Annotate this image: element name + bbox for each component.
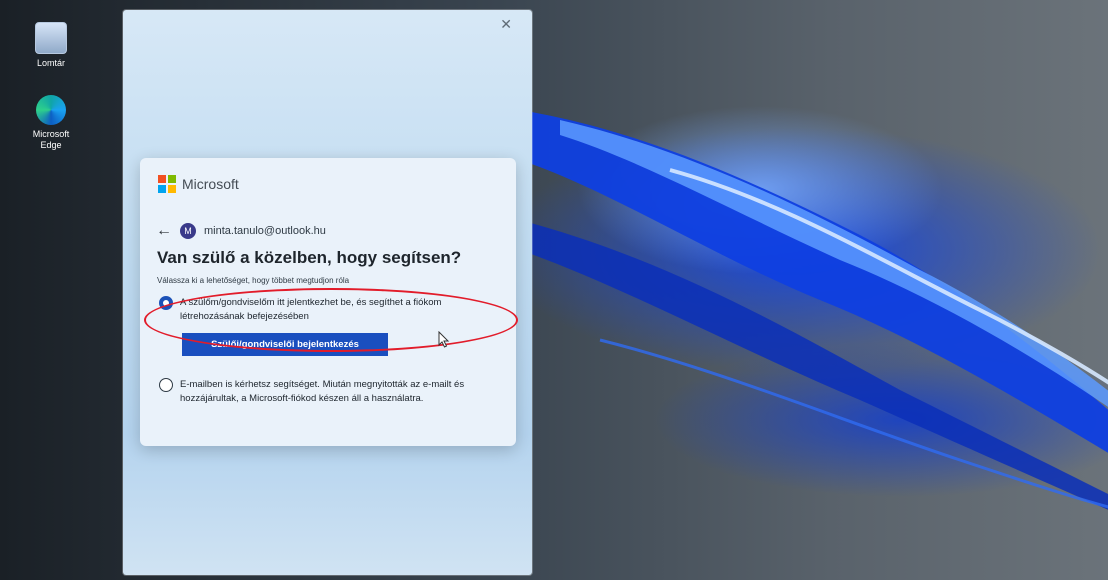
radio-email-help[interactable]	[159, 378, 173, 392]
recycle-bin-icon	[35, 22, 67, 54]
sign-in-dialog: Microsoft ← M minta.tanulo@outlook.hu Va…	[140, 158, 516, 446]
subtitle-link[interactable]: Válassza ki a lehetőséget, hogy többet m…	[157, 276, 349, 285]
account-email: minta.tanulo@outlook.hu	[204, 225, 326, 237]
mouse-cursor-icon	[438, 331, 450, 348]
microsoft-logo-icon	[158, 175, 176, 193]
account-identity: ← M minta.tanulo@outlook.hu	[156, 222, 326, 240]
back-arrow-icon[interactable]: ←	[156, 222, 172, 240]
parent-sign-in-button[interactable]: Szülői/gondviselői bejelentkezés	[182, 333, 388, 356]
brand-name: Microsoft	[182, 176, 239, 192]
close-icon[interactable]: ✕	[500, 16, 512, 33]
desktop-icon-recycle-bin[interactable]: Lomtár	[28, 22, 74, 69]
option-email-help-label: E-mailben is kérhetsz segítséget. Miután…	[180, 379, 465, 404]
avatar: M	[180, 223, 196, 239]
desktop-icon-label: Lomtár	[36, 58, 65, 68]
option-parent-sign-in-label: A szülőm/gondviselőm itt jelentkezhet be…	[180, 297, 442, 322]
page-title: Van szülő a közelben, hogy segítsen?	[157, 248, 462, 267]
microsoft-brand: Microsoft	[158, 175, 239, 193]
desktop-icon-edge[interactable]: Microsoft Edge	[28, 95, 74, 151]
edge-icon	[36, 95, 66, 125]
desktop-icon-label: Microsoft Edge	[32, 129, 70, 150]
radio-parent-sign-in[interactable]	[159, 296, 173, 310]
wallpaper-swirl	[520, 110, 1108, 510]
